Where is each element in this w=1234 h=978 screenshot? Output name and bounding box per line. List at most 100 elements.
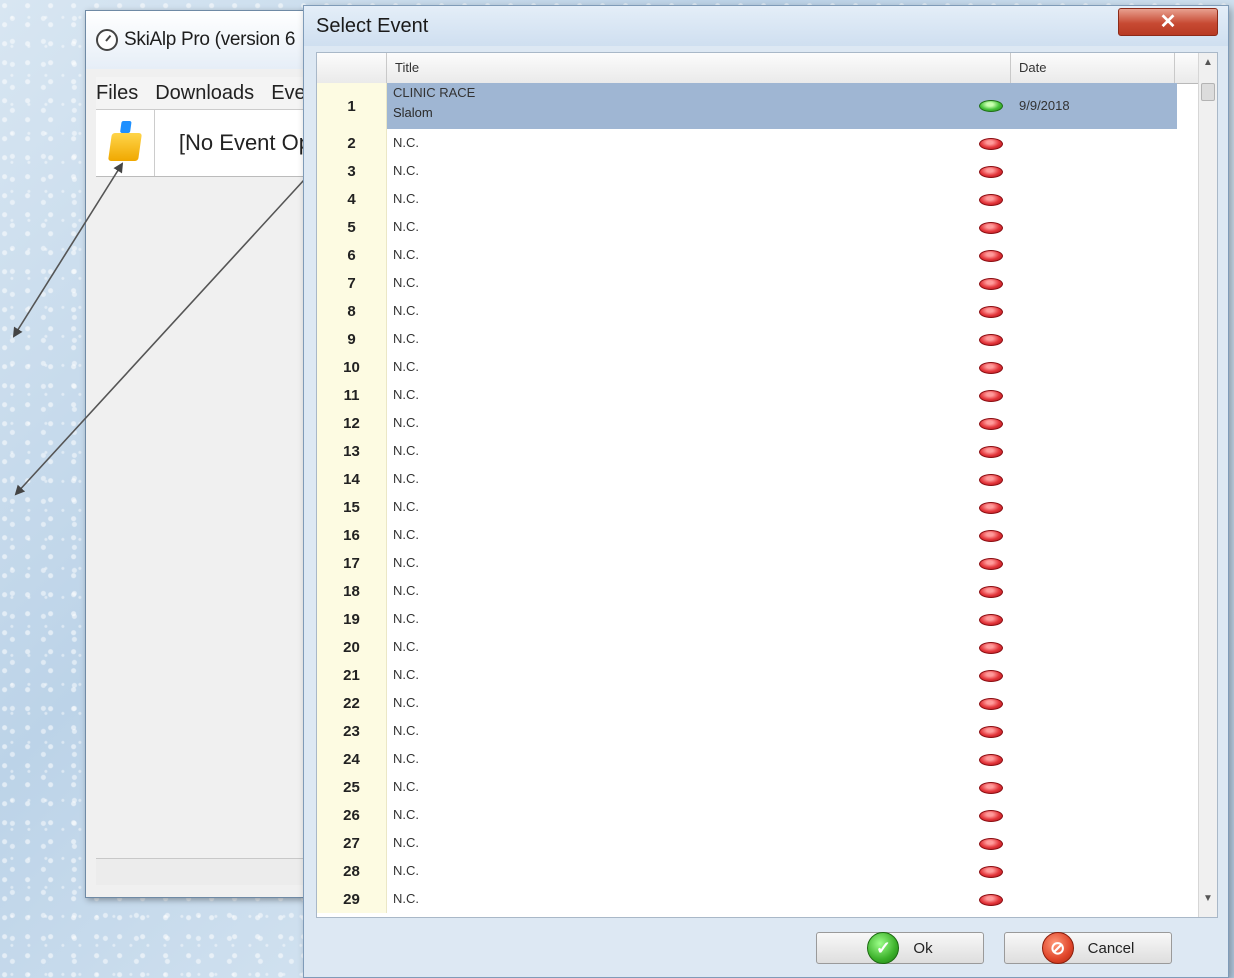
status-empty-icon [979, 418, 1003, 430]
no-event-label: [No Event Op [178, 130, 311, 155]
table-row[interactable]: 17 N.C. [317, 549, 1177, 577]
row-title: N.C. [393, 219, 419, 234]
row-title: N.C. [393, 723, 419, 738]
table-row[interactable]: 19 N.C. [317, 605, 1177, 633]
table-row[interactable]: 18 N.C. [317, 577, 1177, 605]
dialog-titlebar: Select Event ✕ [304, 6, 1228, 46]
column-header-number[interactable] [317, 53, 387, 83]
menu-files[interactable]: Files [96, 82, 138, 105]
table-row[interactable]: 3 N.C. [317, 157, 1177, 185]
table-row[interactable]: 7 N.C. [317, 269, 1177, 297]
folder-open-icon [107, 133, 142, 161]
row-title: N.C. [393, 667, 419, 682]
select-event-dialog: Select Event ✕ Title Date 1 CLINIC RACE Sl… [303, 5, 1229, 978]
table-row[interactable]: 8 N.C. [317, 297, 1177, 325]
cancel-icon: ⊘ [1041, 932, 1074, 964]
table-row[interactable]: 22 N.C. [317, 689, 1177, 717]
status-empty-icon [979, 838, 1003, 850]
table-row[interactable]: 9 N.C. [317, 325, 1177, 353]
table-row[interactable]: 15 N.C. [317, 493, 1177, 521]
status-empty-icon [979, 334, 1003, 346]
row-number: 1 [317, 83, 387, 129]
row-title: N.C. [393, 751, 419, 766]
row-title: CLINIC RACE [393, 85, 476, 100]
scroll-up-icon[interactable]: ▲ [1199, 57, 1217, 77]
status-empty-icon [979, 194, 1003, 206]
table-row[interactable]: 23 N.C. [317, 717, 1177, 745]
status-empty-icon [979, 614, 1003, 626]
menu-downloads[interactable]: Downloads [155, 82, 254, 105]
row-title: N.C. [393, 863, 419, 878]
row-number: 24 [317, 745, 387, 773]
table-row[interactable]: 4 N.C. [317, 185, 1177, 213]
ok-button[interactable]: ✓ Ok [816, 932, 984, 964]
close-button[interactable]: ✕ [1118, 8, 1218, 36]
row-number: 4 [317, 185, 387, 213]
row-title: N.C. [393, 303, 419, 318]
row-number: 21 [317, 661, 387, 689]
row-title: N.C. [393, 135, 419, 150]
row-number: 22 [317, 689, 387, 717]
table-row[interactable]: 26 N.C. [317, 801, 1177, 829]
table-row[interactable]: 2 N.C. [317, 129, 1177, 157]
row-title: N.C. [393, 555, 419, 570]
vertical-scrollbar[interactable]: ▲ ▼ [1198, 53, 1217, 917]
row-title: N.C. [393, 359, 419, 374]
table-row[interactable]: 27 N.C. [317, 829, 1177, 857]
table-row[interactable]: 20 N.C. [317, 633, 1177, 661]
row-number: 5 [317, 213, 387, 241]
table-row[interactable]: 24 N.C. [317, 745, 1177, 773]
column-header-title[interactable]: Title [387, 53, 1011, 83]
main-app-window: SkiAlp Pro (version 6 Files Downloads Ev… [85, 10, 312, 898]
row-number: 2 [317, 129, 387, 157]
row-title: N.C. [393, 443, 419, 458]
row-number: 9 [317, 325, 387, 353]
dialog-title: Select Event [316, 15, 429, 37]
row-title: N.C. [393, 191, 419, 206]
row-number: 10 [317, 353, 387, 381]
table-row[interactable]: 5 N.C. [317, 213, 1177, 241]
row-title: N.C. [393, 639, 419, 654]
table-row[interactable]: 13 N.C. [317, 437, 1177, 465]
table-row[interactable]: 10 N.C. [317, 353, 1177, 381]
table-row[interactable]: 12 N.C. [317, 409, 1177, 437]
row-title: N.C. [393, 387, 419, 402]
menu-events[interactable]: Eve [271, 82, 305, 105]
row-number: 7 [317, 269, 387, 297]
scroll-thumb[interactable] [1201, 83, 1215, 101]
scroll-down-icon[interactable]: ▼ [1199, 893, 1217, 913]
table-row[interactable]: 11 N.C. [317, 381, 1177, 409]
table-row[interactable]: 21 N.C. [317, 661, 1177, 689]
table-row[interactable]: 25 N.C. [317, 773, 1177, 801]
table-row[interactable]: 28 N.C. [317, 857, 1177, 885]
row-number: 11 [317, 381, 387, 409]
main-status-bar [96, 858, 311, 885]
table-row[interactable]: 14 N.C. [317, 465, 1177, 493]
main-toolbar: [No Event Op [96, 110, 311, 177]
row-title: N.C. [393, 611, 419, 626]
row-title: N.C. [393, 499, 419, 514]
table-row[interactable]: 29 N.C. [317, 885, 1177, 913]
column-header-date[interactable]: Date [1011, 53, 1175, 83]
table-row-selected[interactable]: 1 CLINIC RACE Slalom 9/9/2018 [317, 83, 1177, 129]
status-empty-icon [979, 754, 1003, 766]
open-event-button[interactable] [96, 110, 155, 176]
table-row[interactable]: 16 N.C. [317, 521, 1177, 549]
row-title: N.C. [393, 331, 419, 346]
status-empty-icon [979, 894, 1003, 906]
status-empty-icon [979, 362, 1003, 374]
row-title: N.C. [393, 695, 419, 710]
row-number: 23 [317, 717, 387, 745]
main-titlebar: SkiAlp Pro (version 6 [86, 11, 311, 69]
status-empty-icon [979, 642, 1003, 654]
status-empty-icon [979, 138, 1003, 150]
table-row[interactable]: 6 N.C. [317, 241, 1177, 269]
row-number: 17 [317, 549, 387, 577]
cancel-button[interactable]: ⊘ Cancel [1004, 932, 1172, 964]
row-number: 29 [317, 885, 387, 913]
row-number: 12 [317, 409, 387, 437]
app-title: SkiAlp Pro (version 6 [124, 29, 296, 50]
clock-icon [96, 29, 118, 51]
status-empty-icon [979, 166, 1003, 178]
row-number: 19 [317, 605, 387, 633]
